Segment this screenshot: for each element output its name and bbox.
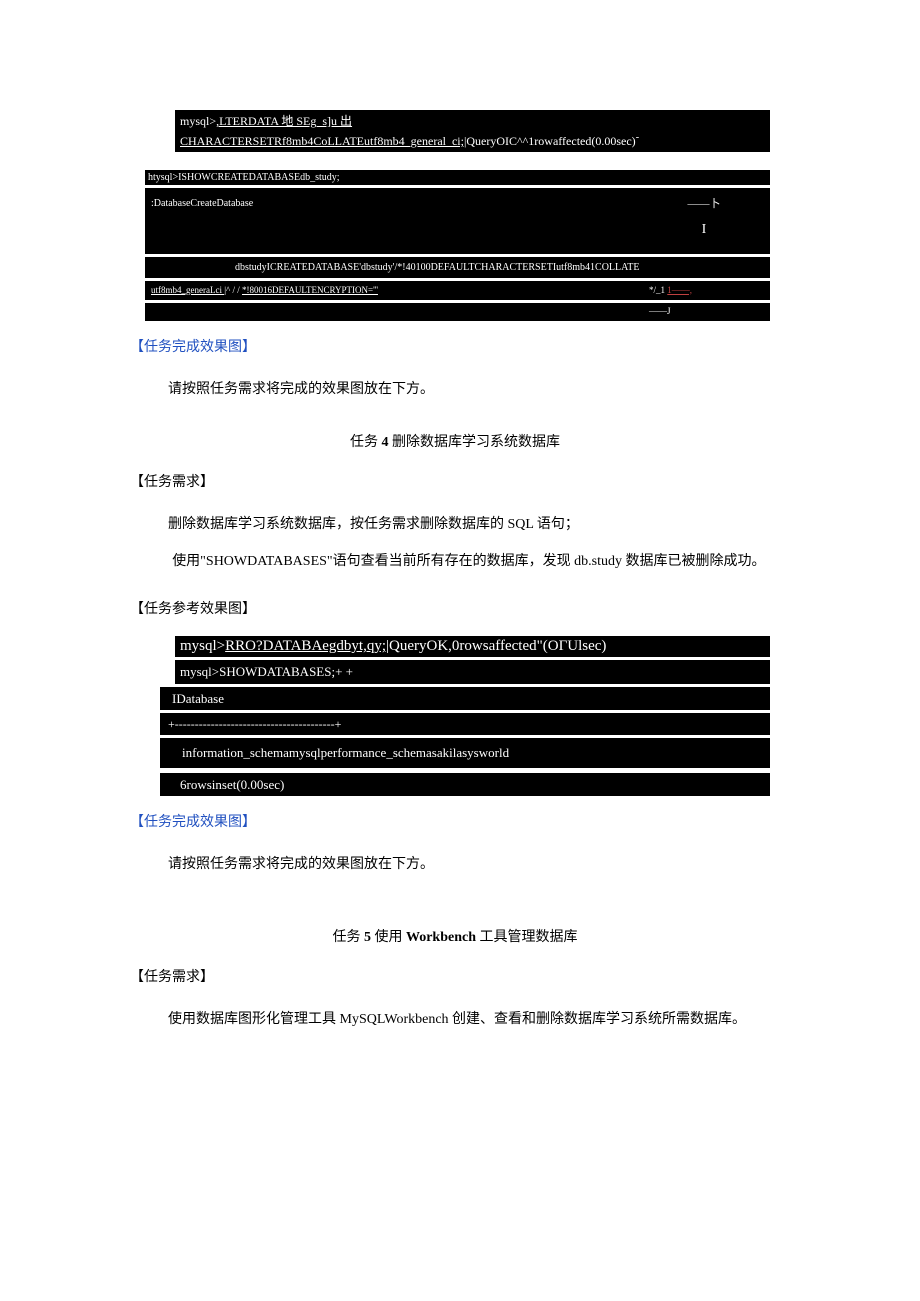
sql-result: utf8mb4_generaLci — [151, 285, 224, 295]
terminal-output: dbstudyICREATEDATABASE'dbstudy'/*!40100D… — [145, 257, 770, 278]
sql-text: ,LTERDATA 地 SEg_s]u 出 — [216, 114, 352, 128]
ascii-art: */_1 — [649, 285, 665, 295]
section-heading-reference: 【任务参考效果图】 — [130, 598, 770, 618]
prompt: mysql> — [180, 114, 216, 128]
prompt: mysql> — [180, 638, 225, 654]
sql-text: RRO?DATABAegdbyt,qy; — [225, 638, 386, 654]
db-list: information_schemamysqlperformance_schem… — [182, 745, 509, 760]
instruction-text: 请按照任务需求将完成的效果图放在下方。 — [140, 374, 770, 406]
terminal-output: 6rowsinset(0.00sec) — [160, 773, 770, 797]
sql-result: *!80016DEFAULTENCRYPTION=''' — [242, 285, 378, 295]
section-heading-requirement: 【任务需求】 — [130, 966, 770, 986]
query-result: |QueryOK,0rowsaffected"(OГUlsec) — [386, 638, 606, 654]
terminal-output: information_schemamysqlperformance_schem… — [160, 738, 770, 768]
section-heading-complete: 【任务完成效果图】 — [130, 336, 770, 356]
task-heading: 任务 5 使用 Workbench 工具管理数据库 — [140, 926, 770, 946]
sql-result: |^ / / — [224, 285, 240, 295]
terminal-output: mysql>SHOWDATABASES;+ + — [175, 660, 770, 684]
sql-text: CHARACTERSETRf8mb4CoLLATEutf8mb4_general… — [180, 134, 464, 148]
terminal-output: htysql>ISHOWCREATEDATABASEdb_study; — [145, 170, 770, 185]
requirement-text: 删除数据库学习系统数据库，按任务需求删除数据库的 SQL 语句； — [140, 509, 770, 541]
ascii-art: ——卜 I — [644, 196, 764, 240]
section-heading-requirement: 【任务需求】 — [130, 471, 770, 491]
query-result: |QueryOIC^^1rowaffected(0.00sec) — [464, 134, 636, 148]
result-count: 6rowsinset(0.00sec) — [180, 777, 284, 792]
sql-result: dbstudyICREATEDATABASE'dbstudy'/*!40100D… — [235, 262, 639, 273]
terminal-output: :DatabaseCreateDatabase ——卜 I — [145, 188, 770, 254]
sql-text: htysql>ISHOWCREATEDATABASEdb_study; — [148, 172, 340, 183]
terminal-output: +---------------------------------------… — [160, 713, 770, 735]
db-header: :DatabaseCreateDatabase — [151, 196, 644, 240]
db-header: IDatabase — [172, 691, 224, 706]
terminal-output: IDatabase — [160, 687, 770, 711]
sql-text: mysql>SHOWDATABASES;+ + — [180, 664, 353, 679]
instruction-text: 请按照任务需求将完成的效果图放在下方。 — [140, 849, 770, 881]
ascii-art: 1——, — [667, 285, 692, 295]
terminal-output: mysql>RRO?DATABAegdbyt,qy;|QueryOK,0rows… — [175, 636, 770, 657]
requirement-text: 使用数据库图形化管理工具 MySQLWorkbench 创建、查看和删除数据库学… — [140, 1004, 770, 1036]
requirement-text: 使用"SHOWDATABASES"语句查看当前所有存在的数据库，发现 db.st… — [140, 546, 770, 578]
task-heading: 任务 4 删除数据库学习系统数据库 — [140, 431, 770, 451]
ascii-art: ——J — [644, 305, 764, 319]
terminal-output: ——J — [145, 303, 770, 321]
terminal-output: utf8mb4_generaLci |^ / / *!80016DEFAULTE… — [145, 281, 770, 301]
terminal-output: mysql>,LTERDATA 地 SEg_s]u 出 CHARACTERSET… — [175, 110, 770, 152]
ascii-divider: +---------------------------------------… — [168, 717, 341, 731]
section-heading-complete: 【任务完成效果图】 — [130, 811, 770, 831]
